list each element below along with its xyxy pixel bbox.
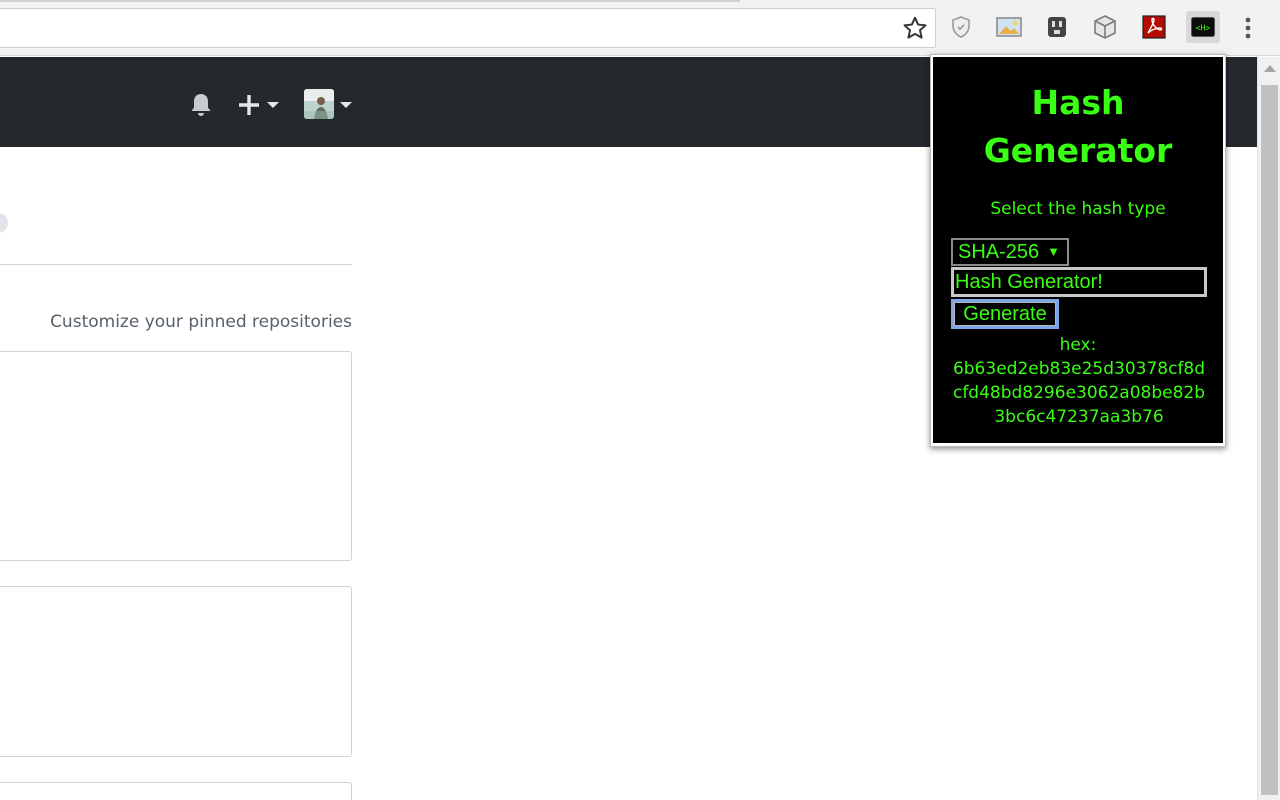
address-bar[interactable] (0, 8, 936, 48)
scroll-up-arrow-icon[interactable] (1264, 65, 1276, 72)
notifications-bell-icon[interactable] (188, 91, 214, 119)
image-extension-icon[interactable] (994, 12, 1024, 42)
pdf-extension-icon[interactable] (1139, 12, 1169, 42)
bookmark-star-icon[interactable] (902, 15, 928, 41)
customize-pinned-repos-link[interactable]: Customize your pinned repositories (50, 312, 352, 332)
tab-strip-edge (0, 0, 740, 2)
hash-input-field[interactable]: Hash Generator! (951, 267, 1207, 297)
hash-type-select[interactable]: SHA-256 ▼ (951, 238, 1069, 266)
partial-avatar-circle (0, 213, 8, 233)
popup-title: Hash Generator (983, 83, 1173, 170)
pinned-repo-card[interactable] (0, 586, 352, 757)
pinned-repo-card[interactable] (0, 351, 352, 561)
hash-generator-extension-label: <H> (1196, 24, 1211, 33)
create-new-plus-icon[interactable] (238, 93, 282, 117)
generate-button-focus-ring (954, 302, 1056, 326)
generate-button[interactable]: Generate (951, 299, 1059, 329)
hash-type-label: Select the hash type (990, 199, 1166, 219)
popup-body: Hash Generator Select the hash type SHA-… (933, 57, 1223, 443)
browser-menu-icon[interactable] (1236, 14, 1260, 42)
hash-type-value: SHA-256 (958, 241, 1040, 263)
avatar-caret-icon[interactable] (339, 101, 353, 109)
plug-extension-icon[interactable] (1042, 12, 1072, 42)
hash-generator-extension-icon[interactable]: <H> (1186, 11, 1220, 43)
pinned-repo-card[interactable] (0, 782, 352, 800)
page-scrollbar[interactable] (1257, 57, 1280, 800)
dropdown-arrow-icon: ▼ (1047, 244, 1060, 259)
hash-output-value: 6b63ed2eb83e25d30378cf8dcfd48bd8296e3062… (952, 359, 1206, 427)
user-avatar[interactable] (304, 89, 334, 119)
section-divider (0, 264, 352, 265)
cube-extension-icon[interactable] (1090, 12, 1120, 42)
hash-generator-popup: Hash Generator Select the hash type SHA-… (930, 54, 1226, 447)
shield-extension-icon[interactable] (946, 12, 976, 42)
hash-output-label: hex: (1059, 335, 1097, 355)
browser-toolbar: <H> (0, 0, 1280, 56)
scroll-thumb[interactable] (1261, 85, 1278, 795)
